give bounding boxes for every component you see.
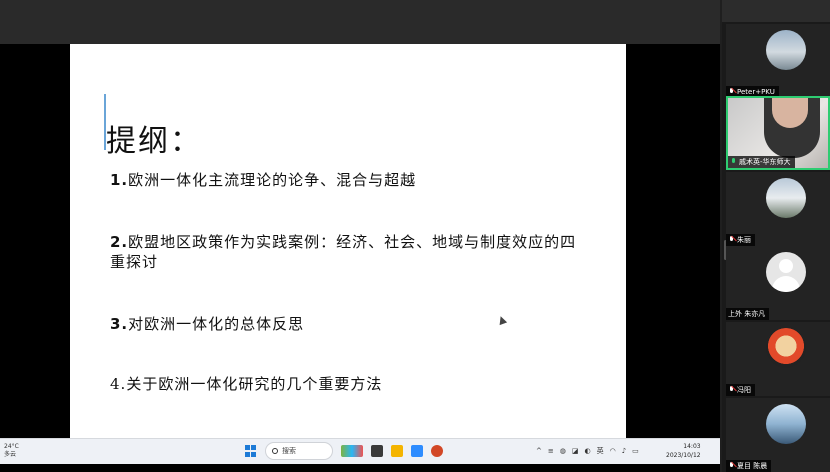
- share-top-bar: [0, 0, 720, 44]
- mic-muted-icon: [728, 462, 735, 470]
- weather-widget[interactable]: 24°C 多云: [4, 443, 19, 459]
- system-tray: ^ ≡ ◍ ◪ ◐ 英 ◠ ♪ ▭: [536, 446, 639, 456]
- zoom-app-icon[interactable]: [411, 445, 423, 457]
- tray-app-icon[interactable]: ◍: [560, 447, 566, 455]
- participant-name: 朱丽: [737, 236, 751, 244]
- outline-text: 关于欧洲一体化研究的几个重要方法: [126, 375, 383, 393]
- windows-start-icon[interactable]: [245, 445, 257, 457]
- participant-name-tag: 戚术英-华东师大: [728, 156, 795, 168]
- mic-muted-icon: [728, 386, 735, 394]
- search-label: 搜索: [282, 447, 296, 455]
- powerpoint-icon[interactable]: [431, 445, 443, 457]
- wifi-icon[interactable]: ◠: [610, 447, 616, 455]
- avatar: [766, 30, 806, 70]
- volume-icon[interactable]: ♪: [622, 447, 626, 455]
- widgets-icon[interactable]: [341, 445, 363, 457]
- mic-muted-icon: [728, 236, 735, 244]
- outline-item-4: 4.关于欧洲一体化研究的几个重要方法: [110, 374, 590, 394]
- participant-name-tag: 朱丽: [726, 234, 755, 246]
- participant-tile[interactable]: 上外 朱亦凡: [726, 246, 830, 320]
- clock-time: 14:03: [683, 443, 701, 450]
- input-language[interactable]: 英: [597, 446, 604, 456]
- taskbar-center: 搜索: [245, 442, 443, 460]
- participant-panel-header: [722, 0, 830, 22]
- file-explorer-icon[interactable]: [391, 445, 403, 457]
- outline-text: 欧盟地区政策作为实践案例：经济、社会、地域与制度效应的四重探讨: [110, 233, 577, 271]
- outline-text: 对欧洲一体化的总体反思: [128, 315, 305, 333]
- outline-number: 2.: [110, 233, 129, 251]
- clock-date: 2023/10/12: [666, 452, 701, 459]
- outline-item-3: 3.对欧洲一体化的总体反思: [110, 314, 590, 334]
- presentation-slide: 提纲： 1.欧洲一体化主流理论的论争、混合与超越 2.欧盟地区政策作为实践案例：…: [70, 44, 626, 438]
- avatar: [766, 404, 806, 444]
- mic-muted-icon: [728, 88, 735, 96]
- taskbar-search[interactable]: 搜索: [265, 442, 333, 460]
- outline-number: 3.: [110, 315, 129, 333]
- tray-app-icon[interactable]: ≡: [548, 447, 554, 455]
- participant-panel: Peter+PKU 戚术英-华东师大 朱丽 上外 朱亦凡 冯阳 夏目 陈晨: [722, 0, 830, 472]
- tray-app-icon[interactable]: ◪: [572, 447, 579, 455]
- outline-number: 4.: [110, 375, 127, 393]
- participant-name: 冯阳: [737, 386, 751, 394]
- participant-tile[interactable]: 夏目 陈晨: [726, 398, 830, 472]
- search-icon: [272, 448, 278, 454]
- tray-app-icon[interactable]: ◐: [584, 447, 590, 455]
- participant-name: 戚术英-华东师大: [739, 158, 791, 166]
- slide-title: 提纲：: [106, 124, 202, 159]
- outline-number: 1.: [110, 171, 129, 189]
- participant-tile[interactable]: 朱丽: [726, 172, 830, 246]
- participant-name-tag: 上外 朱亦凡: [726, 308, 770, 320]
- task-view-icon[interactable]: [371, 445, 383, 457]
- participant-name: 夏目 陈晨: [737, 462, 768, 470]
- mic-on-icon: [730, 158, 737, 166]
- windows-taskbar: 24°C 多云 搜索 ^ ≡ ◍ ◪ ◐ 英 ◠ ♪ ▭ 14:03 2023/…: [0, 438, 720, 464]
- participant-tile-active-speaker[interactable]: 戚术英-华东师大: [726, 96, 830, 170]
- avatar: [766, 178, 806, 218]
- battery-icon[interactable]: ▭: [632, 447, 639, 455]
- outline-text: 欧洲一体化主流理论的论争、混合与超越: [128, 171, 417, 189]
- chevron-up-icon[interactable]: ^: [536, 447, 542, 455]
- avatar: [766, 328, 806, 368]
- participant-tile[interactable]: 冯阳: [726, 322, 830, 396]
- participant-name-tag: 冯阳: [726, 384, 755, 396]
- participant-tile[interactable]: Peter+PKU: [726, 24, 830, 98]
- participant-name-tag: 夏目 陈晨: [726, 460, 772, 472]
- taskbar-clock[interactable]: 14:03 2023/10/12: [666, 442, 701, 460]
- screen-share-area: 提纲： 1.欧洲一体化主流理论的论争、混合与超越 2.欧盟地区政策作为实践案例：…: [0, 0, 720, 472]
- outline-item-2: 2.欧盟地区政策作为实践案例：经济、社会、地域与制度效应的四重探讨: [110, 232, 590, 272]
- participant-name: 上外 朱亦凡: [728, 310, 766, 318]
- outline-item-1: 1.欧洲一体化主流理论的论争、混合与超越: [110, 170, 590, 190]
- weather-temp: 24°C: [4, 443, 19, 450]
- default-avatar-icon: [766, 252, 806, 292]
- weather-desc: 多云: [4, 451, 17, 458]
